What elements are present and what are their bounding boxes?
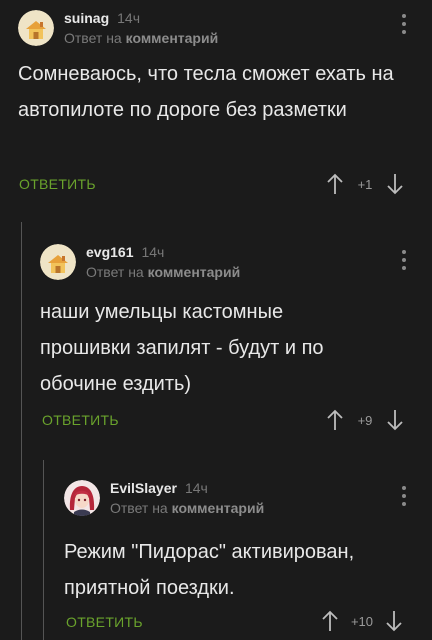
timestamp: 14ч: [141, 244, 165, 260]
comment-header: suinag 14ч Ответ на комментарий: [18, 6, 218, 50]
reply-to-line: Ответ на комментарий: [86, 265, 240, 279]
reply-to-line: Ответ на комментарий: [110, 501, 264, 515]
downvote-arrow-icon[interactable]: [385, 408, 405, 432]
downvote-arrow-icon[interactable]: [385, 172, 405, 196]
house-avatar-icon[interactable]: [40, 244, 76, 280]
comment-text: Сомневаюсь, что тесла сможет ехать на ав…: [18, 63, 394, 121]
vote-score: +10: [350, 613, 374, 629]
upvote-arrow-icon[interactable]: [325, 408, 345, 432]
timestamp: 14ч: [184, 480, 208, 496]
username[interactable]: suinag: [64, 11, 109, 25]
comment: suinag 14ч Ответ на комментарий Сомневаю…: [0, 0, 432, 212]
more-options-icon[interactable]: [401, 486, 407, 506]
vote-score: +9: [357, 412, 373, 428]
comment-text: Режим "Пидорас" активирован, приятной по…: [64, 541, 355, 599]
timestamp: 14ч: [117, 10, 140, 26]
comment-header: evg161 14ч Ответ на комментарий: [40, 240, 240, 284]
username[interactable]: evg161: [86, 245, 133, 259]
comment-text: наши умельцы кастомные прошивки запилят …: [40, 301, 324, 395]
reply-to-link[interactable]: комментарий: [172, 500, 265, 516]
vote-score: +1: [357, 176, 373, 192]
username[interactable]: EvilSlayer: [110, 481, 177, 495]
downvote-arrow-icon[interactable]: [384, 609, 404, 633]
comment: EvilSlayer 14ч Ответ на комментарий Режи…: [0, 460, 432, 640]
reply-to-line: Ответ на комментарий: [64, 31, 218, 45]
reply-button[interactable]: ОТВЕТИТЬ: [66, 614, 143, 630]
reply-to-link[interactable]: комментарий: [148, 264, 241, 280]
comment: evg161 14ч Ответ на комментарий наши уме…: [0, 222, 432, 440]
more-options-icon[interactable]: [401, 14, 407, 34]
vote-controls: +1: [325, 172, 405, 196]
reply-to-prefix: Ответ на: [86, 264, 144, 280]
vote-controls: +9: [325, 408, 405, 432]
reply-button[interactable]: ОТВЕТИТЬ: [42, 412, 119, 428]
vote-controls: +10: [320, 609, 404, 633]
more-options-icon[interactable]: [401, 250, 407, 270]
comment-header: EvilSlayer 14ч Ответ на комментарий: [64, 476, 264, 520]
reply-to-link[interactable]: комментарий: [126, 30, 219, 46]
house-avatar-icon[interactable]: [18, 10, 54, 46]
anime-girl-avatar-icon[interactable]: [64, 480, 100, 516]
reply-to-prefix: Ответ на: [64, 30, 122, 46]
upvote-arrow-icon[interactable]: [325, 172, 345, 196]
reply-button[interactable]: ОТВЕТИТЬ: [19, 176, 96, 192]
upvote-arrow-icon[interactable]: [320, 609, 340, 633]
reply-to-prefix: Ответ на: [110, 500, 168, 516]
